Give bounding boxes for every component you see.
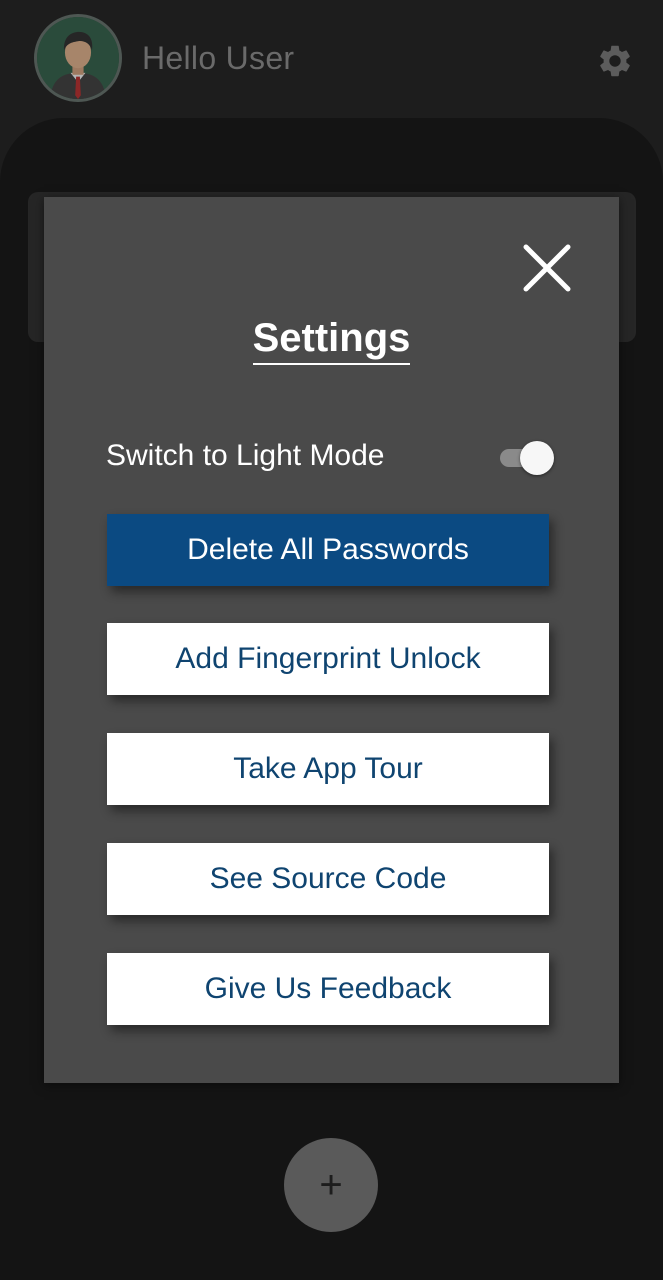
- add-password-button[interactable]: +: [284, 1138, 378, 1232]
- give-feedback-button[interactable]: Give Us Feedback: [107, 953, 549, 1025]
- close-icon[interactable]: [520, 241, 574, 295]
- app-screen: Hello User Settings Switch to Light Mode: [0, 0, 663, 1280]
- take-app-tour-button[interactable]: Take App Tour: [107, 733, 549, 805]
- settings-title-text: Settings: [252, 315, 411, 365]
- light-mode-toggle[interactable]: [498, 439, 554, 475]
- light-mode-toggle-row: Switch to Light Mode: [106, 433, 556, 481]
- app-header: Hello User: [0, 0, 663, 120]
- user-avatar-icon[interactable]: [34, 14, 122, 102]
- light-mode-label: Switch to Light Mode: [106, 439, 385, 472]
- greeting-text: Hello User: [142, 40, 295, 76]
- settings-modal: Settings Switch to Light Mode Delete All…: [44, 197, 619, 1083]
- delete-all-passwords-button[interactable]: Delete All Passwords: [107, 514, 549, 586]
- add-fingerprint-unlock-button[interactable]: Add Fingerprint Unlock: [107, 623, 549, 695]
- toggle-knob: [520, 441, 554, 475]
- avatar-illustration: [37, 17, 119, 99]
- settings-title: Settings: [44, 315, 619, 365]
- plus-icon: +: [319, 1163, 343, 1207]
- gear-icon[interactable]: [596, 42, 634, 80]
- see-source-code-button[interactable]: See Source Code: [107, 843, 549, 915]
